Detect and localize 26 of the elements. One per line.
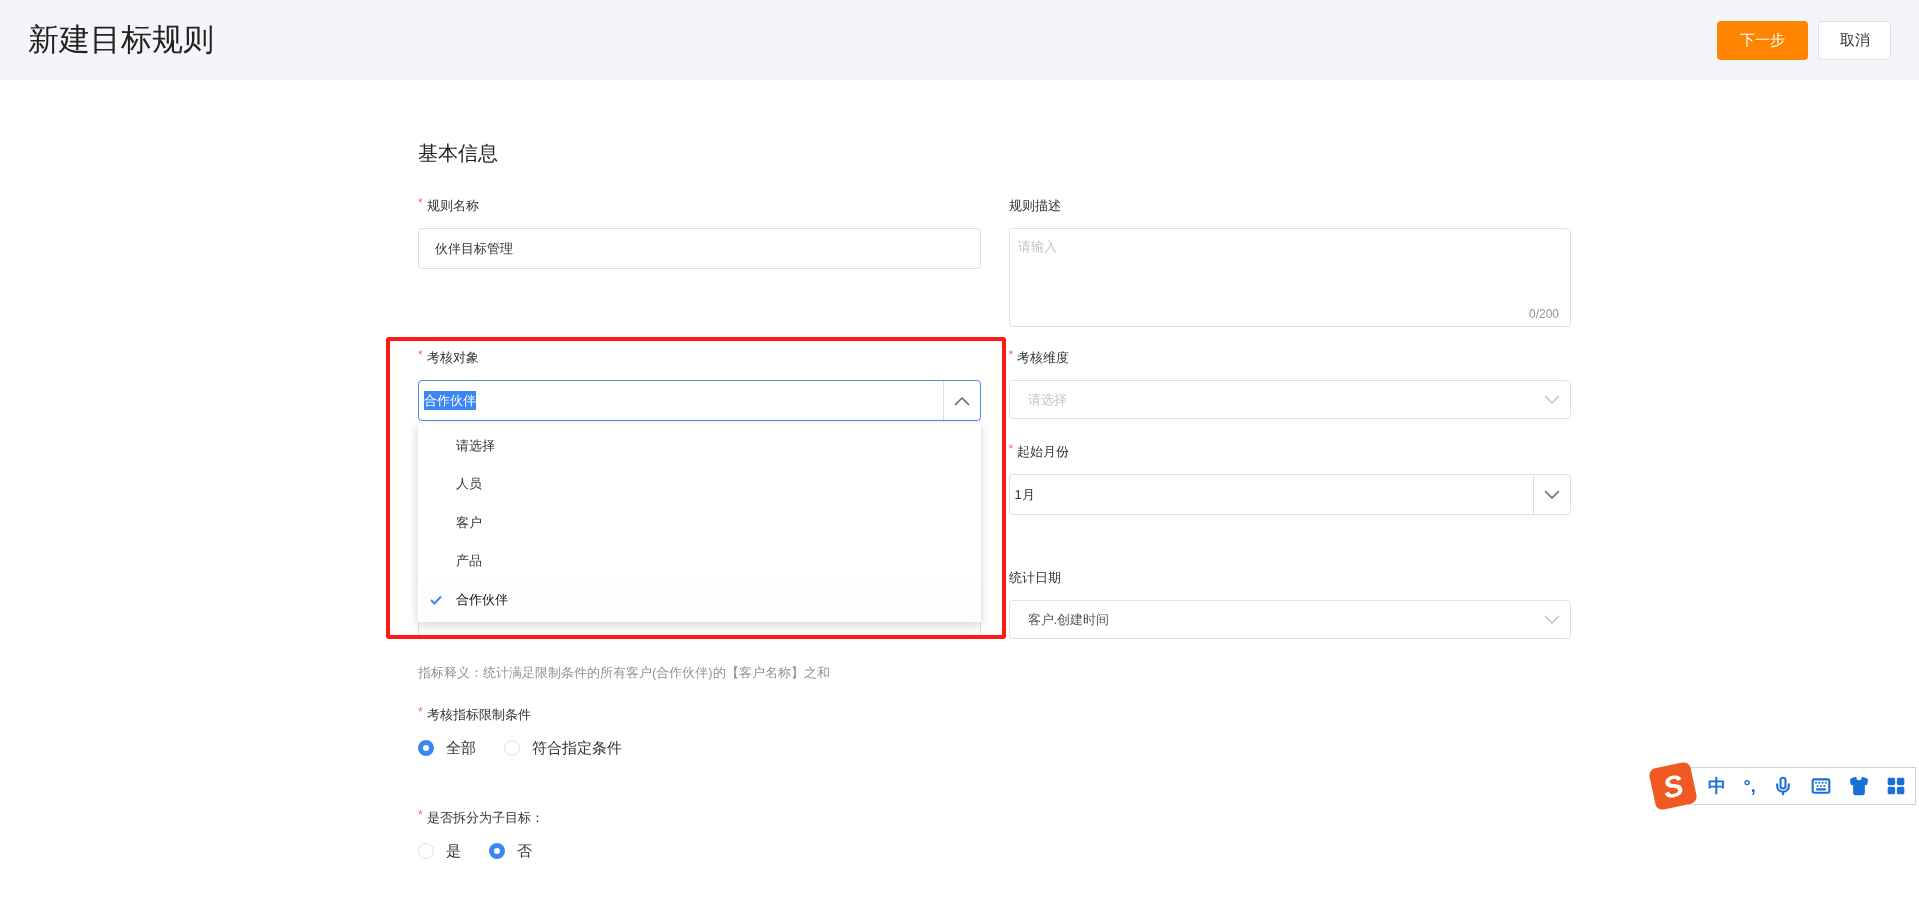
required-mark: * [418,348,423,362]
field-label: 统计日期 [1008,569,1061,588]
select-value: 客户.创建时间 [1027,611,1110,627]
definition-text: 指标释义：统计满足限制条件的所有客户(合作伙伴)的【客户名称】之和 [418,665,831,681]
radio-label: 否 [517,840,532,861]
character-counter: 0/200 [1528,306,1559,323]
select-value: 1月 [1014,485,1035,504]
field-label: 规则描述 [1008,197,1061,216]
field-label: 考核对象 [426,349,479,368]
required-mark: * [418,705,423,719]
radio-label: 全部 [446,738,476,758]
field-label: 起始月份 [1017,443,1070,462]
field-label: 考核维度 [1017,349,1070,368]
select-placeholder: 请选择 [1027,391,1067,407]
field-label: 是否拆分为子目标： [426,808,544,827]
required-mark: * [418,196,423,210]
required-mark: * [1008,442,1014,456]
select-value: 合作伙伴 [424,390,476,411]
page-title: 新建目标规则 [28,20,215,59]
section-title: 基本信息 [418,141,499,165]
required-mark: * [418,807,423,822]
radio-label: 符合指定条件 [532,738,622,758]
required-mark: * [1008,348,1014,362]
field-label: 考核指标限制条件 [426,706,531,725]
radio-label: 是 [446,840,461,861]
field-label: 规则名称 [426,197,479,216]
